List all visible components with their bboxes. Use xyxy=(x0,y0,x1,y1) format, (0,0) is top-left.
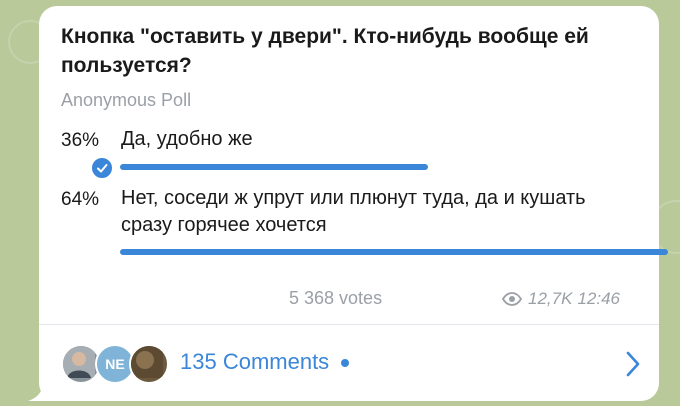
avatar xyxy=(129,344,169,384)
avatar-initials: NE xyxy=(105,356,125,372)
message-meta: 12,7K 12:46 xyxy=(502,289,620,309)
option-1-result-bar xyxy=(120,164,428,170)
option-1-percent: 36% xyxy=(61,130,100,151)
eye-icon xyxy=(502,292,522,306)
option-2-text[interactable]: Нет, соседи ж упрут или плюнут туда, да … xyxy=(121,185,621,239)
message-time: 12:46 xyxy=(577,289,620,308)
divider xyxy=(39,324,659,325)
option-2-percent: 64% xyxy=(61,189,100,210)
poll-message-bubble: Кнопка "оставить у двери". Кто-нибудь во… xyxy=(39,6,668,401)
poll-type-label: Anonymous Poll xyxy=(61,90,192,110)
option-1-text[interactable]: Да, удобно же xyxy=(121,126,621,153)
chevron-right-icon[interactable] xyxy=(623,350,643,378)
comments-label[interactable]: 135 Comments xyxy=(180,349,329,375)
unread-dot-icon xyxy=(341,359,350,367)
vote-count[interactable]: 5 368 votes xyxy=(289,288,382,309)
poll-question: Кнопка "оставить у двери". Кто-нибудь во… xyxy=(61,25,589,77)
commenter-avatars[interactable]: NE xyxy=(61,344,171,384)
option-2-result-bar xyxy=(120,249,668,255)
comments-link[interactable]: 135 Comments xyxy=(180,349,350,375)
view-count: 12,7K xyxy=(528,289,573,308)
check-icon xyxy=(90,156,114,180)
